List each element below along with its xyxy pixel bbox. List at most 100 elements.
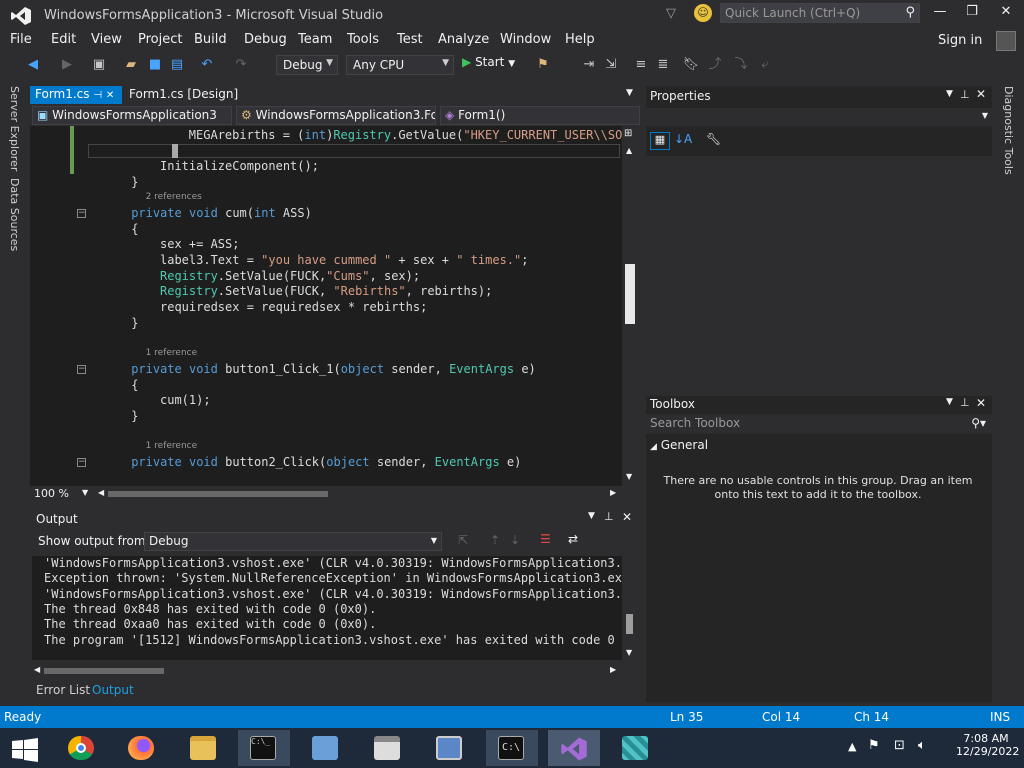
- next-message-icon[interactable]: ⇣: [510, 533, 520, 547]
- scroll-up-icon[interactable]: ▲: [626, 146, 632, 155]
- menu-help[interactable]: Help: [565, 32, 595, 47]
- data-sources-tab[interactable]: Data Sources: [8, 178, 21, 251]
- start-debugging-button[interactable]: ▶ Start ▼: [462, 55, 515, 75]
- menu-test[interactable]: Test: [397, 32, 423, 47]
- code-line[interactable]: cum(1);: [160, 392, 211, 408]
- solution-platform-dropdown[interactable]: Any CPU ▼: [346, 55, 454, 75]
- class-dropdown[interactable]: ⚙ WindowsFormsApplication3.Fo: [236, 106, 436, 125]
- codelens-references[interactable]: 1 reference: [146, 348, 198, 358]
- horizontal-scroll-thumb[interactable]: [108, 491, 328, 497]
- show-hidden-icons[interactable]: ▲: [848, 740, 856, 753]
- tab-output[interactable]: Output: [92, 683, 134, 697]
- close-icon[interactable]: ✕: [622, 510, 632, 524]
- scroll-thumb[interactable]: [625, 264, 635, 324]
- clock[interactable]: 7:08 AM 12/29/2022: [956, 732, 1019, 758]
- new-project-icon[interactable]: ▣: [90, 56, 108, 74]
- output-source-dropdown[interactable]: Debug ▼: [144, 532, 442, 551]
- pin-icon[interactable]: ⊣: [93, 90, 102, 101]
- code-line[interactable]: {: [131, 221, 138, 237]
- scroll-down-icon[interactable]: ▼: [626, 472, 632, 481]
- code-line[interactable]: private void button1_Click_1(object send…: [131, 361, 536, 377]
- code-line[interactable]: Registry.SetValue(FUCK,"Cums", sex);: [160, 268, 420, 284]
- comment-icon[interactable]: ≡: [632, 56, 650, 74]
- close-icon[interactable]: ✕: [106, 90, 114, 101]
- close-button[interactable]: ✕: [991, 4, 1021, 24]
- menu-project[interactable]: Project: [138, 32, 182, 47]
- zoom-level[interactable]: 100 %: [34, 487, 69, 500]
- chevron-down-icon[interactable]: ▼: [82, 488, 88, 497]
- code-line[interactable]: }: [131, 408, 138, 424]
- volume-icon[interactable]: 🔈︎: [918, 738, 926, 753]
- open-file-icon[interactable]: ▰: [122, 56, 140, 74]
- code-line[interactable]: requiredsex = requiredsex * rebirths;: [160, 299, 427, 315]
- next-bookmark-icon[interactable]: ⤵: [732, 56, 750, 74]
- uncomment-icon[interactable]: ≣: [654, 56, 672, 74]
- code-line[interactable]: InitializeComponent();: [160, 158, 319, 174]
- output-text-area[interactable]: 'WindowsFormsApplication3.vshost.exe' (C…: [32, 556, 622, 660]
- clear-all-icon[interactable]: ☰: [540, 532, 551, 546]
- tab-overflow-icon[interactable]: ▼: [626, 88, 633, 98]
- scroll-right-icon[interactable]: ▶: [610, 665, 616, 674]
- minimize-button[interactable]: —: [925, 4, 955, 24]
- scroll-thumb[interactable]: [626, 614, 633, 634]
- network-taskbar-button[interactable]: [300, 730, 352, 766]
- sign-in-link[interactable]: Sign in: [938, 33, 982, 48]
- undo-icon[interactable]: ↶: [198, 56, 216, 74]
- pin-icon[interactable]: ⊥: [960, 396, 970, 409]
- code-line[interactable]: private void cum(int ASS): [131, 205, 312, 221]
- code-line[interactable]: label3.Text = "you have cummed " + sex +…: [160, 252, 529, 268]
- menu-debug[interactable]: Debug: [244, 32, 287, 47]
- start-button[interactable]: [0, 730, 52, 766]
- diagnostic-tools-tab[interactable]: Diagnostic Tools: [1002, 86, 1015, 175]
- store-taskbar-button[interactable]: [362, 730, 414, 766]
- pin-icon[interactable]: ⊥: [960, 88, 970, 101]
- prev-bookmark-icon[interactable]: ⤴: [706, 56, 724, 74]
- maximize-button[interactable]: ❐: [957, 4, 987, 24]
- close-icon[interactable]: ✕: [976, 396, 986, 410]
- code-line[interactable]: Registry.SetValue(FUCK, "Rebirths", rebi…: [160, 283, 492, 299]
- code-editor[interactable]: MEGArebirths = (int)Registry.GetValue("H…: [30, 126, 638, 486]
- forward-icon[interactable]: ▶: [58, 56, 76, 74]
- menu-view[interactable]: View: [91, 32, 122, 47]
- save-all-icon[interactable]: ▤: [168, 56, 186, 74]
- codelens-references[interactable]: 2 references: [146, 192, 202, 202]
- fold-toggle-icon[interactable]: −: [77, 364, 86, 374]
- code-line[interactable]: {: [131, 377, 138, 393]
- tab-error-list[interactable]: Error List: [36, 683, 90, 697]
- find-in-files-icon[interactable]: ⚑: [534, 56, 552, 74]
- code-line[interactable]: private void button2_Click(object sender…: [131, 454, 521, 470]
- scroll-right-icon[interactable]: ▶: [610, 488, 616, 497]
- scroll-left-icon[interactable]: ◀: [98, 488, 104, 497]
- visual-studio-taskbar-button[interactable]: [548, 730, 600, 766]
- chevron-down-icon[interactable]: ▼: [588, 511, 595, 521]
- close-icon[interactable]: ✕: [976, 87, 986, 101]
- menu-file[interactable]: File: [10, 32, 32, 47]
- fold-toggle-icon[interactable]: −: [77, 458, 86, 468]
- menu-edit[interactable]: Edit: [51, 32, 76, 47]
- step-into-icon[interactable]: ⇲: [602, 56, 620, 74]
- tab-form1-design[interactable]: Form1.cs [Design]: [124, 86, 264, 104]
- save-icon[interactable]: ■: [146, 56, 164, 74]
- chevron-down-icon[interactable]: ▼: [946, 89, 953, 99]
- output-horizontal-scrollbar[interactable]: ◀ ▶: [32, 664, 622, 678]
- menu-team[interactable]: Team: [298, 32, 332, 47]
- quick-launch-input[interactable]: Quick Launch (Ctrl+Q) ⚲: [720, 3, 920, 23]
- network-icon[interactable]: ⊡: [894, 738, 905, 753]
- categorized-icon[interactable]: ▦: [650, 132, 670, 150]
- project-dropdown[interactable]: ▣ WindowsFormsApplication3: [32, 106, 232, 125]
- fold-toggle-icon[interactable]: −: [77, 208, 86, 218]
- redo-icon[interactable]: ↷: [232, 56, 250, 74]
- editor-vertical-scrollbar[interactable]: ⊞ ▲ ▼: [622, 126, 638, 486]
- solution-configuration-dropdown[interactable]: Debug ▼: [276, 55, 338, 75]
- chrome-taskbar-button[interactable]: [56, 730, 108, 766]
- filter-icon[interactable]: ▽: [666, 6, 676, 21]
- scroll-left-icon[interactable]: ◀: [34, 665, 40, 674]
- codelens-references[interactable]: 1 reference: [146, 441, 198, 451]
- flag-icon[interactable]: ⚑: [868, 738, 880, 753]
- account-avatar-icon[interactable]: [996, 31, 1016, 51]
- word-wrap-icon[interactable]: ⇄: [568, 532, 578, 546]
- object-selector[interactable]: ▼: [646, 108, 992, 126]
- horizontal-scroll-thumb[interactable]: [44, 668, 164, 674]
- property-pages-icon[interactable]: 🔧︎: [706, 132, 721, 146]
- step-over-icon[interactable]: ⇥: [580, 56, 598, 74]
